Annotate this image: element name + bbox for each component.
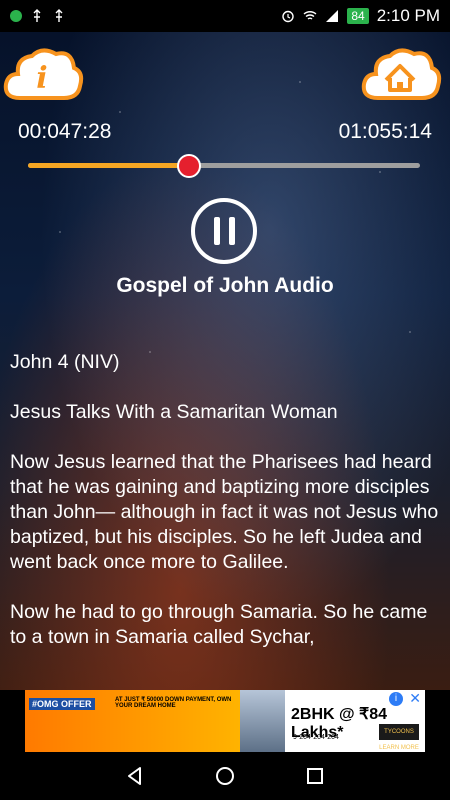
usb-icon — [33, 9, 41, 22]
alarm-icon — [282, 10, 295, 23]
status-time: 2:10 PM — [376, 6, 440, 25]
scripture-text[interactable]: John 4 (NIV) Jesus Talks With a Samarita… — [10, 350, 440, 675]
svg-text:i: i — [36, 61, 47, 96]
pause-icon — [213, 217, 220, 245]
notification-dot-icon — [10, 10, 22, 22]
status-right: 84 2:10 PM — [281, 6, 440, 26]
seek-thumb[interactable] — [176, 154, 201, 178]
info-icon: i — [3, 48, 84, 100]
ad-banner[interactable]: #OMG OFFER AT JUST ₹ 50000 DOWN PAYMENT,… — [25, 690, 425, 752]
home-button[interactable] — [360, 42, 442, 106]
ad-building-image — [240, 690, 285, 752]
paragraph: Now he had to go through Samaria. So he … — [10, 601, 428, 648]
nav-bar — [0, 752, 450, 800]
wifi-icon — [303, 11, 317, 20]
seek-progress — [28, 163, 189, 168]
player-screen: i 00:047:28 01:055:14 Gospel of John Aud… — [0, 32, 450, 690]
ad-image-left: #OMG OFFER AT JUST ₹ 50000 DOWN PAYMENT,… — [25, 690, 240, 752]
track-title: Gospel of John Audio — [116, 274, 334, 297]
usb-icon — [55, 9, 63, 22]
ad-phone: 9-204-204-204 — [293, 734, 339, 741]
back-icon[interactable] — [124, 765, 146, 787]
pause-button[interactable] — [191, 198, 257, 264]
ad-subtext: AT JUST ₹ 50000 DOWN PAYMENT, OWN YOUR D… — [115, 697, 232, 709]
ad-right: i ✕ 2BHK @ ₹84 Lakhs* 9-204-204-204 TYCO… — [285, 690, 425, 752]
total-time: 01:055:14 — [338, 120, 432, 143]
ad-learn-more-button[interactable]: TYCOONS LEARN MORE — [379, 724, 419, 751]
signal-icon — [326, 10, 339, 22]
status-bar: 84 2:10 PM — [0, 0, 450, 32]
status-left — [10, 9, 66, 23]
recents-icon[interactable] — [304, 765, 326, 787]
paragraph: Now Jesus learned that the Pharisees had… — [10, 451, 439, 573]
chapter-heading: John 4 (NIV) — [10, 351, 120, 373]
section-heading: Jesus Talks With a Samaritan Woman — [10, 401, 338, 423]
elapsed-time: 00:047:28 — [18, 120, 112, 143]
home-icon — [361, 48, 442, 100]
battery-icon: 84 — [347, 8, 369, 24]
info-button[interactable]: i — [2, 42, 84, 106]
ad-tag: #OMG OFFER — [29, 698, 95, 710]
home-circle-icon[interactable] — [214, 765, 236, 787]
seek-bar[interactable] — [28, 163, 420, 168]
pause-icon — [228, 217, 235, 245]
